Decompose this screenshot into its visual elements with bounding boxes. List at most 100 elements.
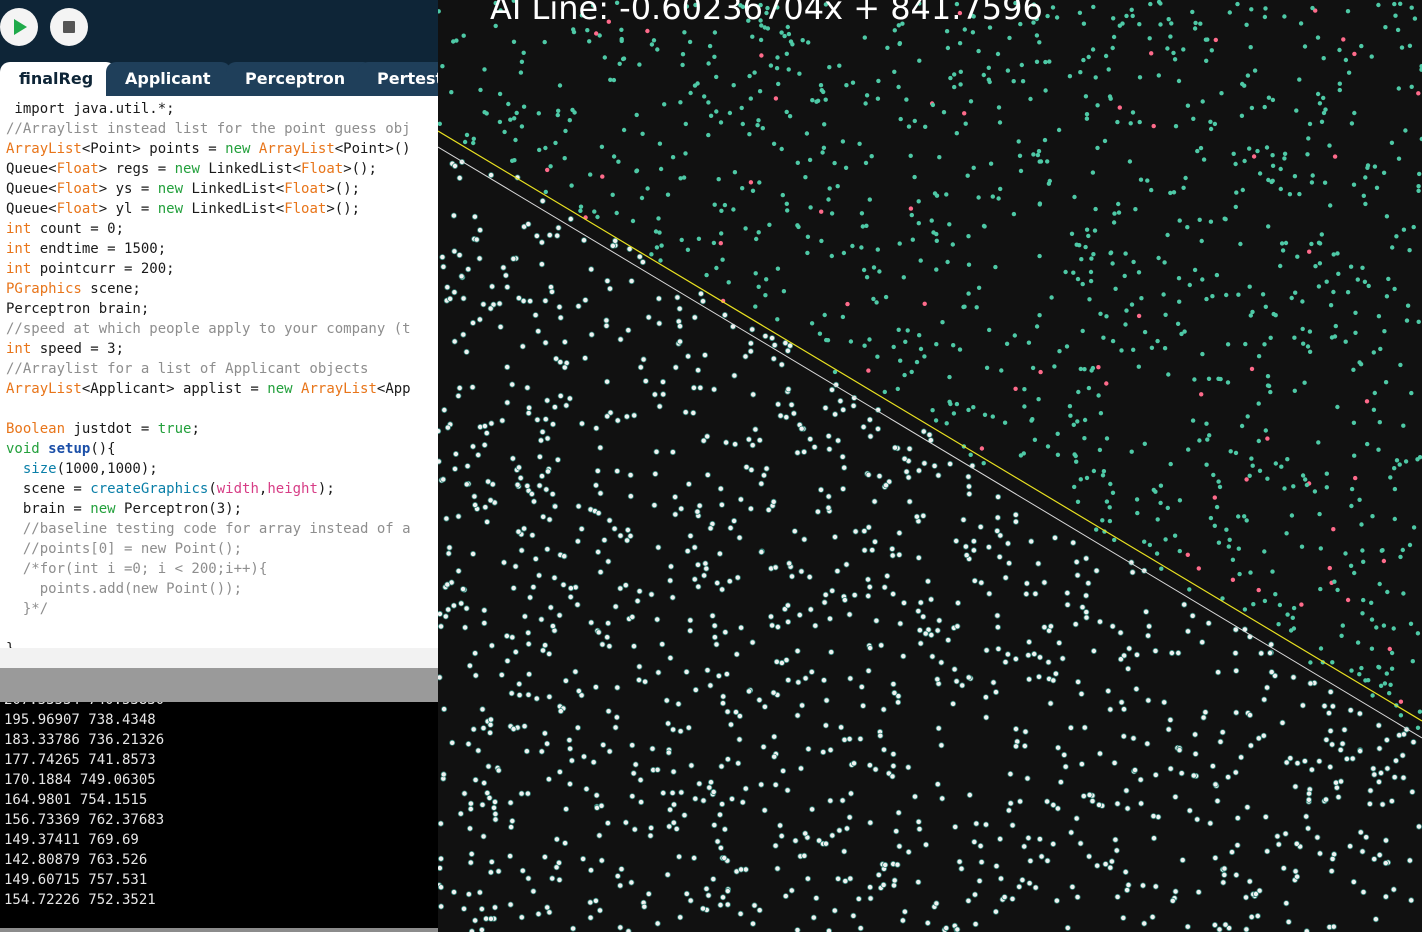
data-point xyxy=(695,81,700,86)
data-point xyxy=(1077,840,1084,847)
data-point xyxy=(745,436,752,443)
data-point xyxy=(669,594,676,601)
data-point xyxy=(961,304,966,310)
data-point xyxy=(1200,351,1205,357)
data-point xyxy=(549,623,556,630)
data-point xyxy=(1231,151,1236,156)
data-point xyxy=(1383,837,1390,844)
data-point xyxy=(553,864,560,871)
data-point xyxy=(487,721,494,728)
data-point xyxy=(807,157,813,163)
data-point xyxy=(509,634,516,641)
data-point xyxy=(445,550,452,557)
data-point xyxy=(462,139,468,145)
data-point xyxy=(742,353,749,360)
run-button[interactable] xyxy=(0,8,38,46)
data-point xyxy=(889,552,896,559)
data-point xyxy=(843,165,849,170)
stop-button[interactable] xyxy=(50,8,88,46)
data-point xyxy=(835,184,840,189)
data-point xyxy=(1256,438,1261,444)
data-point xyxy=(1280,248,1286,253)
data-point xyxy=(930,408,935,413)
data-point xyxy=(1349,755,1356,762)
data-point xyxy=(458,273,465,280)
data-point xyxy=(757,89,763,94)
data-point xyxy=(440,476,447,483)
data-point xyxy=(819,209,824,214)
data-point xyxy=(603,322,610,329)
data-point xyxy=(930,102,936,108)
code-line: int pointcurr = 200; xyxy=(6,259,175,279)
data-point xyxy=(827,65,832,70)
data-point xyxy=(785,677,792,684)
data-point xyxy=(1359,848,1366,855)
data-point xyxy=(683,890,690,897)
data-point xyxy=(724,708,731,715)
data-point xyxy=(450,602,457,609)
data-point xyxy=(1072,621,1079,628)
data-point xyxy=(1333,779,1340,786)
data-point xyxy=(790,42,795,47)
data-point xyxy=(516,681,523,688)
code-token: > yl = xyxy=(98,201,158,217)
data-point xyxy=(850,80,856,85)
data-point xyxy=(1175,321,1181,326)
data-point xyxy=(1385,589,1390,595)
data-point xyxy=(451,338,458,345)
data-point xyxy=(1120,733,1127,740)
data-point xyxy=(840,485,847,492)
data-point xyxy=(1067,724,1074,731)
data-point xyxy=(1128,121,1133,126)
data-point xyxy=(1407,43,1413,48)
data-point xyxy=(731,517,738,524)
tab-finalReg[interactable]: finalReg xyxy=(0,62,116,96)
data-point xyxy=(1246,878,1253,885)
tab-pertest[interactable]: Pertest: xyxy=(358,62,438,96)
tab-perceptron[interactable]: Perceptron xyxy=(226,62,373,96)
data-point xyxy=(1120,914,1127,921)
data-point xyxy=(568,757,575,764)
tab-applicant[interactable]: Applicant xyxy=(106,62,231,96)
data-point xyxy=(1300,299,1305,304)
data-point xyxy=(440,63,445,69)
data-point xyxy=(756,907,763,914)
data-point xyxy=(815,98,821,104)
data-point xyxy=(1247,712,1254,719)
data-point xyxy=(1134,497,1140,502)
data-point xyxy=(965,473,972,480)
data-point xyxy=(655,295,662,302)
data-point xyxy=(839,453,846,460)
data-point xyxy=(1384,214,1390,219)
data-point xyxy=(747,340,754,347)
data-point xyxy=(465,741,472,748)
data-point xyxy=(775,55,780,60)
data-point xyxy=(1291,484,1296,489)
data-point xyxy=(920,512,927,519)
data-point xyxy=(1037,313,1042,318)
code-editor[interactable]: import java.util.*;//Arraylist instead l… xyxy=(0,96,438,648)
data-point xyxy=(954,926,961,932)
data-point xyxy=(1417,709,1422,714)
data-point xyxy=(1370,693,1375,698)
data-point xyxy=(557,359,564,366)
data-point xyxy=(1361,193,1366,198)
data-point xyxy=(909,369,914,375)
data-point xyxy=(1064,924,1071,931)
data-point xyxy=(1305,152,1310,157)
code-token: //points[0] = new Point(); xyxy=(6,541,243,557)
data-point xyxy=(1092,228,1098,233)
data-point xyxy=(1192,26,1198,31)
data-point xyxy=(1034,324,1040,329)
data-point xyxy=(1045,659,1052,666)
data-point xyxy=(763,465,770,472)
data-point xyxy=(1226,544,1231,549)
data-point xyxy=(1069,231,1075,236)
data-point xyxy=(1196,566,1201,571)
data-point xyxy=(1327,688,1334,695)
data-point xyxy=(724,756,731,763)
data-point xyxy=(933,900,940,907)
data-point xyxy=(1192,267,1198,273)
data-point xyxy=(707,43,713,49)
data-point xyxy=(780,767,787,774)
